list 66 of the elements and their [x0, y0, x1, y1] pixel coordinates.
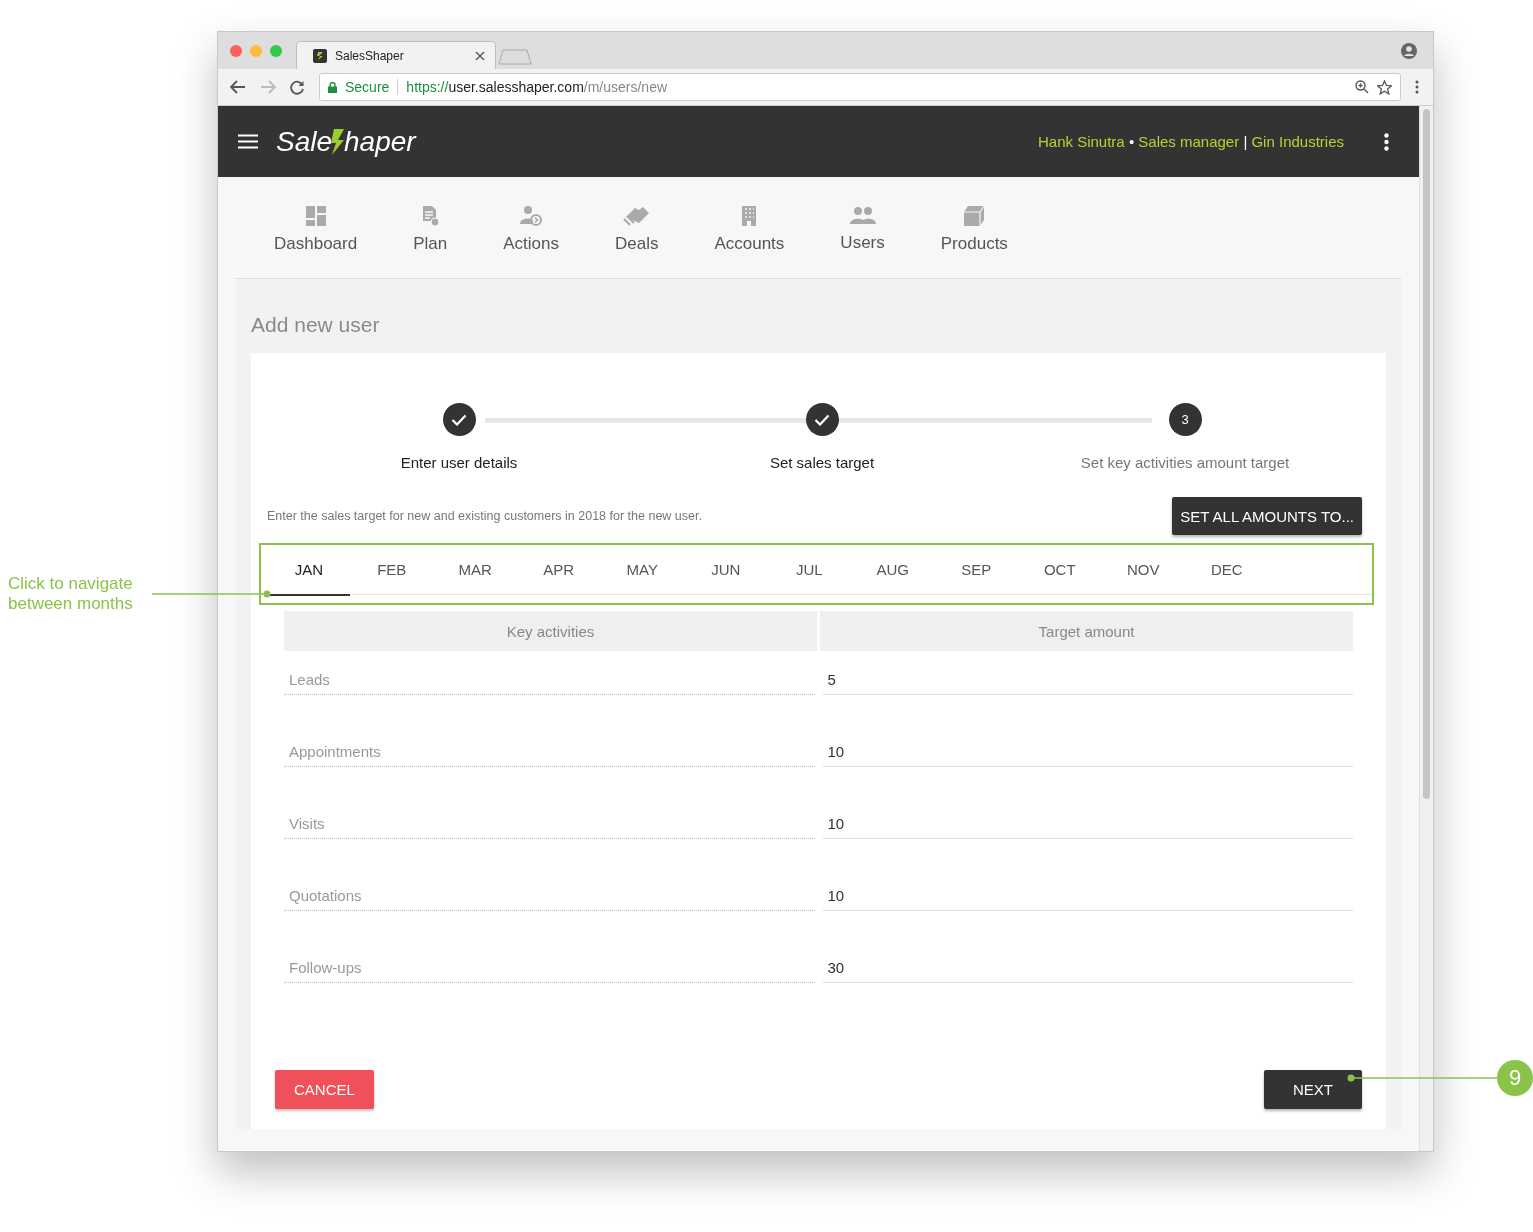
step-number-badge: 9 — [1497, 1060, 1533, 1096]
month-tab[interactable]: JUN — [684, 545, 768, 596]
set-all-amounts-button[interactable]: SET ALL AMOUNTS TO... — [1172, 497, 1362, 535]
month-tab[interactable]: APR — [517, 545, 601, 596]
address-bar[interactable]: Secure https://user.salesshaper.com/m/users/new — [319, 73, 1401, 101]
scrollbar[interactable] — [1419, 106, 1433, 1151]
instruction-text: Enter the sales target for new and existing customers in 2018 for the new user. — [267, 509, 702, 523]
star-icon[interactable] — [1377, 79, 1392, 95]
target-amount-field[interactable]: 10 — [822, 809, 1353, 839]
nav-item[interactable]: Actions — [475, 205, 587, 254]
menu-icon[interactable] — [238, 134, 258, 149]
step-label: Enter user details — [400, 454, 518, 471]
month-tab[interactable]: NOV — [1101, 545, 1185, 596]
month-tab[interactable]: JUL — [767, 545, 851, 596]
dashboard-icon — [304, 205, 327, 227]
reload-icon[interactable] — [290, 79, 305, 95]
logo[interactable]: Sale haper — [276, 125, 416, 158]
nav-item[interactable]: Plan — [385, 205, 476, 254]
people-icon — [848, 206, 877, 226]
month-tab[interactable]: FEB — [350, 545, 434, 596]
cancel-button[interactable]: CANCEL — [275, 1070, 374, 1109]
handshake-icon — [622, 205, 651, 227]
close-tab-icon[interactable] — [475, 50, 485, 61]
activity-label: Quotations — [284, 881, 815, 911]
next-button[interactable]: NEXT — [1264, 1070, 1362, 1109]
step-indicator: 3 — [1168, 403, 1202, 436]
browser-tab[interactable]: SalesShaper — [296, 41, 496, 69]
column-header: Key activities — [284, 611, 817, 651]
annotation-text: Click to navigate between months — [8, 574, 134, 614]
page-title: Add new user — [251, 313, 381, 337]
month-tab[interactable]: OCT — [1018, 545, 1102, 596]
activity-label: Visits — [284, 809, 815, 839]
person-arrow-icon — [519, 205, 544, 227]
profile-icon[interactable] — [1401, 42, 1417, 59]
month-tab[interactable]: MAY — [600, 545, 684, 596]
month-tab[interactable]: MAR — [433, 545, 517, 596]
box-icon — [962, 205, 987, 227]
step-label: Set sales target — [769, 454, 875, 471]
back-icon[interactable] — [230, 80, 246, 94]
nav-item[interactable]: Users — [812, 206, 913, 253]
logo-icon — [313, 48, 327, 63]
month-tab[interactable]: DEC — [1185, 545, 1269, 596]
nav-item[interactable]: Accounts — [686, 205, 813, 254]
column-header: Target amount — [820, 611, 1353, 651]
lock-icon — [328, 81, 337, 93]
nav-item[interactable]: Dashboard — [246, 205, 386, 254]
zoom-icon[interactable] — [1355, 80, 1369, 94]
more-icon[interactable] — [1415, 80, 1419, 94]
activity-label: Follow-ups — [284, 953, 815, 983]
url-text: https://user.salesshaper.com/m/users/new — [406, 79, 668, 95]
more-icon[interactable] — [1384, 132, 1389, 151]
target-amount-field[interactable]: 10 — [822, 737, 1353, 767]
target-amount-field[interactable]: 30 — [822, 953, 1353, 983]
month-tab[interactable]: SEP — [934, 545, 1018, 596]
secure-label: Secure — [345, 79, 390, 95]
month-tab[interactable]: JAN — [268, 545, 350, 596]
target-amount-field[interactable]: 10 — [822, 881, 1353, 911]
target-amount-field[interactable]: 5 — [822, 665, 1353, 695]
user-info[interactable]: Hank Sinutra • Sales manager | Gin Industries — [1038, 133, 1344, 150]
month-tab[interactable]: AUG — [851, 545, 935, 596]
activity-label: Leads — [284, 665, 815, 695]
step-label: Set key activities amount target — [1080, 454, 1290, 471]
nav-item[interactable]: Products — [912, 205, 1036, 254]
activity-label: Appointments — [284, 737, 815, 767]
building-icon — [740, 205, 759, 227]
nav-item[interactable]: Deals — [586, 205, 687, 254]
